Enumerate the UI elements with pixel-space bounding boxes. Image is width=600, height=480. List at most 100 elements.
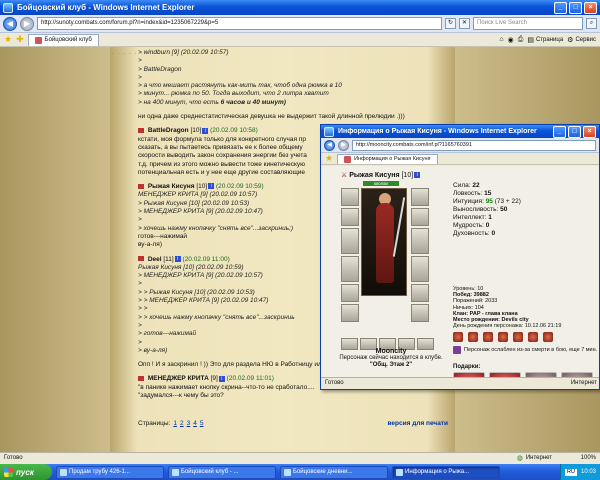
stat-label: Духовность: (453, 230, 490, 237)
belt-slot[interactable] (341, 284, 359, 302)
popup-address-toolbar: ◀ ▶ http://mooncity.combats.com/inf.pl?1… (321, 138, 599, 153)
popup-forward-button[interactable]: ▶ (338, 139, 349, 151)
ie-icon (324, 126, 334, 137)
quote-block: > windburn [9] (20.02.09 10:57) > > Batt… (138, 49, 458, 107)
home-button[interactable]: ⌂ (499, 36, 503, 43)
popup-close-button[interactable]: × (583, 125, 596, 138)
popup-maximize-button[interactable]: □ (568, 125, 581, 138)
page-menu-button[interactable]: ▤ Страница (527, 36, 563, 44)
post-line: "задумался---к чему бы это? (138, 391, 224, 399)
leggings-slot[interactable] (411, 304, 429, 322)
favorites-star-icon[interactable]: ★ (325, 153, 333, 164)
post-author[interactable]: МЕНЕДЖЕР КРИТА (148, 375, 209, 382)
favorites-star-icon[interactable]: ★ (4, 34, 12, 45)
weapon-slot[interactable] (341, 228, 359, 254)
favicon-icon (344, 155, 352, 163)
helmet-slot[interactable] (341, 188, 359, 206)
taskbar-item[interactable]: Продам трубу 426-1... (56, 465, 164, 479)
globe-icon: ◍ (516, 455, 523, 462)
maximize-button[interactable]: □ (569, 1, 582, 14)
stat-row: Сила: 22 (453, 182, 521, 190)
main-titlebar[interactable]: Бойцовский клуб - Windows Internet Explo… (0, 0, 600, 15)
post-author[interactable]: Рыжая Кисуня (148, 183, 195, 190)
language-indicator[interactable]: RU (565, 468, 577, 476)
gear-icon: ⚙ (567, 36, 574, 44)
effect-icon[interactable] (513, 332, 523, 342)
popup-minimize-button[interactable]: _ (553, 125, 566, 138)
refresh-icon[interactable]: ↻ (445, 18, 456, 29)
add-favorite-icon[interactable]: ✚ (16, 34, 24, 45)
popup-address-input[interactable]: http://mooncity.combats.com/inf.pl?11657… (352, 139, 596, 151)
post-time: (20.02.09 10:58) (210, 127, 258, 135)
close-button[interactable]: × (584, 1, 597, 14)
start-button[interactable]: пуск (0, 464, 52, 480)
clan-flag-icon (138, 376, 144, 382)
page-link-4[interactable]: 4 (193, 420, 197, 427)
boots-slot[interactable] (341, 304, 359, 322)
stop-icon[interactable]: ✕ (459, 18, 470, 29)
post-level: [10] (190, 127, 202, 135)
feeds-button[interactable]: ◉ (508, 36, 514, 44)
effect-icon[interactable] (543, 332, 553, 342)
print-version-link[interactable]: версия для печати (387, 420, 448, 427)
search-input[interactable]: Поиск Live Search (473, 17, 583, 30)
pagination: Страницы: 1 2 3 4 5 версия для печати (138, 420, 448, 427)
page-link-1[interactable]: 1 (173, 420, 177, 427)
amulet-slot[interactable] (341, 208, 359, 226)
bracers-slot[interactable] (411, 284, 429, 302)
taskbar-item[interactable]: Бойцовские дневни... (280, 465, 388, 479)
taskbar-item[interactable]: Бойцовский клуб - ... (168, 465, 276, 479)
location-line: Персонаж сейчас находится в клубе. (339, 355, 443, 361)
gloves-slot[interactable] (411, 256, 429, 282)
effect-icon[interactable] (483, 332, 493, 342)
status-text: Готово (4, 455, 23, 461)
page-link-5[interactable]: 5 (200, 420, 204, 427)
effect-icon[interactable] (468, 332, 478, 342)
effect-icon[interactable] (453, 332, 463, 342)
shield-slot[interactable] (411, 228, 429, 254)
quote-line: > минут... рюмка по 50. Тогда выходит, ч… (138, 90, 329, 98)
minimize-button[interactable]: _ (554, 1, 567, 14)
address-toolbar: ◀ ▶ http://sunoty.combats.com/forum.pl?n… (0, 15, 600, 33)
info-icon[interactable]: i (202, 127, 209, 134)
city-name: Mooncity (375, 348, 407, 355)
ie-icon (3, 2, 13, 13)
info-icon[interactable]: i (174, 255, 181, 262)
hp-bar: 880/880 (363, 181, 399, 186)
post-author[interactable]: Deel (148, 256, 162, 263)
info-icon[interactable]: i (414, 172, 421, 179)
popup-titlebar[interactable]: Информация о Рыжая Кисуня - Windows Inte… (321, 125, 599, 138)
info-line: День рождения персонажа: 10.12.06 21:19 (453, 323, 562, 330)
clock[interactable]: 10:03 (581, 469, 596, 475)
weakness-text: Персонаж ослаблен из-за смерти в бою, ещ… (464, 347, 598, 353)
stat-label: Ловкость: (453, 190, 483, 197)
effect-icon[interactable] (528, 332, 538, 342)
address-input[interactable]: http://sunoty.combats.com/forum.pl?n=ind… (37, 17, 442, 30)
effect-icon[interactable] (498, 332, 508, 342)
ring-slot[interactable] (411, 208, 429, 226)
equipment-right (411, 188, 429, 324)
service-menu-button[interactable]: ⚙ Сервис (567, 36, 596, 44)
forward-button[interactable]: ▶ (20, 16, 34, 31)
post-author[interactable]: BattleDragon (148, 127, 189, 134)
armor-slot[interactable] (341, 256, 359, 282)
page-link-3[interactable]: 3 (187, 420, 191, 427)
stat-value: 22 (472, 182, 480, 189)
zoom-level[interactable]: 100% (556, 453, 596, 464)
stat-value: 15 (484, 190, 492, 197)
location-room: "Общ. Этаж 2" (369, 362, 413, 368)
popup-back-button[interactable]: ◀ (324, 139, 335, 151)
service-menu-label: Сервис (575, 36, 596, 43)
taskbar-item-active[interactable]: Информация о Рыжа... (392, 465, 500, 479)
feeds-icon: ◉ (507, 36, 514, 44)
print-button[interactable]: ⎙ (518, 36, 524, 44)
quote-line: > windburn [9] (20.02.09 10:57) (138, 49, 229, 56)
tab-main[interactable]: Бойцовский клуб (27, 33, 99, 46)
back-button[interactable]: ◀ (3, 16, 17, 31)
earring-slot[interactable] (411, 188, 429, 206)
info-icon[interactable]: i (218, 375, 225, 382)
search-icon[interactable]: ⌕ (586, 18, 597, 29)
tab-popup[interactable]: Информация о Рыжая Кисуня (337, 153, 438, 164)
info-icon[interactable]: i (208, 183, 215, 190)
page-link-2[interactable]: 2 (180, 420, 184, 427)
